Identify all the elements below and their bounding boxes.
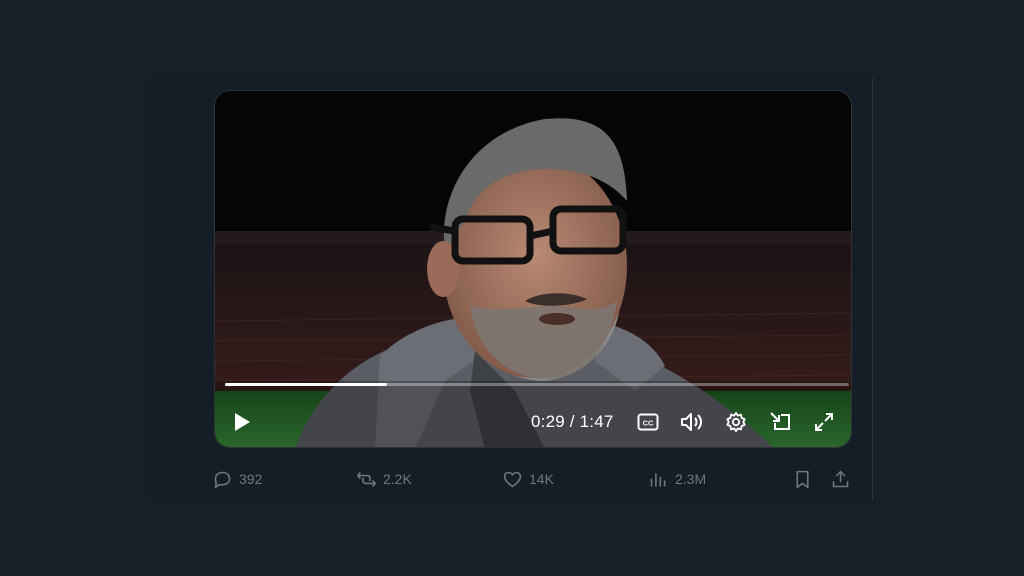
play-icon: [235, 413, 250, 431]
progress-bar[interactable]: [225, 383, 849, 386]
fullscreen-icon: [815, 413, 833, 431]
picture-in-picture-icon: [770, 412, 790, 430]
reply-icon: [214, 471, 231, 488]
video-player[interactable]: 0:29 / 1:47 CC: [214, 90, 852, 448]
fullscreen-button[interactable]: [811, 409, 837, 435]
time-display: 0:29 / 1:47: [531, 412, 614, 431]
pip-button[interactable]: [767, 409, 795, 435]
video-frame: [215, 91, 851, 447]
reply-button[interactable]: 392: [212, 464, 262, 494]
share-icon: [832, 470, 849, 487]
repost-button[interactable]: 2.2K: [356, 464, 412, 494]
tweet-actions: 392 2.2K 14K 2.3M: [212, 464, 856, 494]
play-button[interactable]: [229, 409, 255, 435]
settings-button[interactable]: [723, 409, 749, 435]
volume-icon: [681, 413, 702, 431]
bookmark-button[interactable]: [792, 464, 813, 494]
captions-button[interactable]: CC: [635, 409, 661, 435]
gear-icon: [726, 411, 746, 433]
volume-button[interactable]: [679, 409, 705, 435]
views-count: 2.3M: [675, 471, 707, 487]
like-count: 14K: [529, 471, 554, 487]
share-button[interactable]: [830, 464, 851, 494]
repost-icon: [356, 471, 377, 487]
svg-text:CC: CC: [643, 419, 654, 428]
views-icon: [650, 472, 666, 486]
progress-fill: [225, 383, 388, 386]
heart-icon: [503, 471, 522, 487]
views-button[interactable]: 2.3M: [648, 464, 706, 494]
bookmark-icon: [796, 470, 809, 488]
captions-icon: CC: [637, 413, 659, 431]
like-button[interactable]: 14K: [502, 464, 554, 494]
page: 0:29 / 1:47 CC 392 2.2K 14K 2.3M: [0, 0, 1024, 576]
repost-count: 2.2K: [383, 471, 412, 487]
reply-count: 392: [239, 471, 263, 487]
